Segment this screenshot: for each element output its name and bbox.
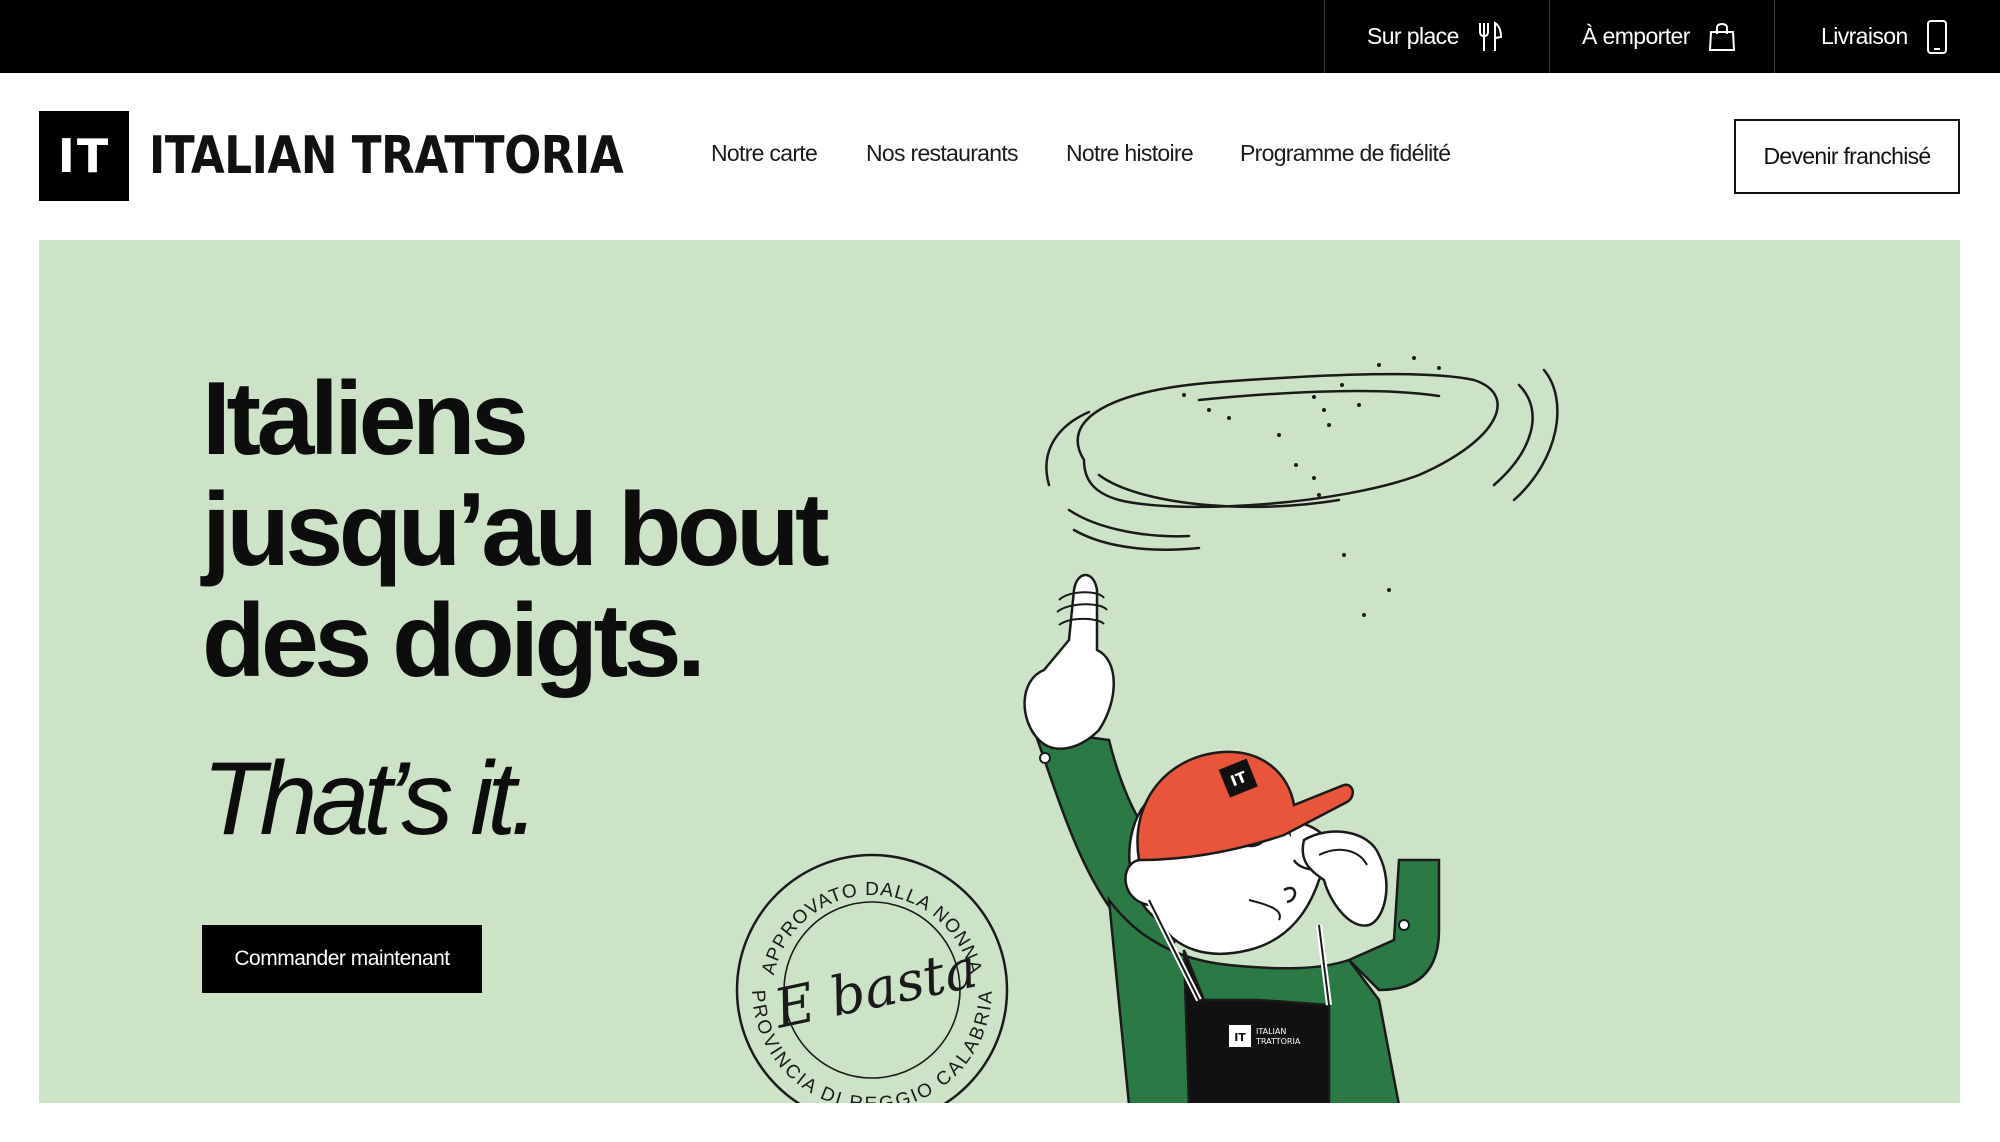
service-dine-in[interactable]: Sur place xyxy=(1324,0,1549,73)
service-takeaway[interactable]: À emporter xyxy=(1549,0,1774,73)
fork-knife-icon xyxy=(1478,20,1502,51)
pizzaiolo-illustration: IT IT ITALIAN TRATTORIA xyxy=(1023,356,1559,1103)
stamp-center-text: E basta xyxy=(768,937,983,1041)
service-takeaway-label: À emporter xyxy=(1582,23,1690,49)
headline-line-3: des doigts. xyxy=(202,583,706,699)
hero-tagline: That’s it. xyxy=(202,741,539,857)
smartphone-icon xyxy=(1926,19,1947,54)
nonna-approved-stamp: APPROVATO DALLA NONNA PROVINCIA DI REGGI… xyxy=(735,853,1009,1103)
headline-line-2: jusqu’au bout xyxy=(202,472,830,588)
site-logo[interactable]: IT ITALIAN TRATTORIA xyxy=(39,111,714,201)
order-now-button[interactable]: Commander maintenant xyxy=(202,925,482,993)
apron-logo-mark: IT xyxy=(1234,1031,1246,1044)
logo-wordmark: ITALIAN TRATTORIA xyxy=(149,126,624,186)
apron-text-1: ITALIAN xyxy=(1256,1027,1286,1036)
service-delivery-label: Livraison xyxy=(1821,23,1908,49)
nav-programme-fidelite[interactable]: Programme de fidélité xyxy=(1240,140,1451,167)
shopping-bag-icon xyxy=(1708,22,1735,51)
hero-headline: Italiens jusqu’au bout des doigts. xyxy=(202,361,830,699)
service-dine-in-label: Sur place xyxy=(1367,23,1459,49)
logo-mark: IT xyxy=(39,111,129,201)
become-franchisee-button[interactable]: Devenir franchisé xyxy=(1734,119,1960,194)
hero-banner: Italiens jusqu’au bout des doigts. That’… xyxy=(39,240,1960,1103)
nav-notre-carte[interactable]: Notre carte xyxy=(711,140,818,167)
nav-nos-restaurants[interactable]: Nos restaurants xyxy=(866,140,1019,167)
apron-text-2: TRATTORIA xyxy=(1255,1037,1301,1046)
headline-line-1: Italiens xyxy=(202,361,529,477)
service-bar: Sur place À emporter Livraison xyxy=(0,0,2000,73)
nav-notre-histoire[interactable]: Notre histoire xyxy=(1066,140,1194,167)
service-delivery[interactable]: Livraison xyxy=(1774,0,2000,73)
